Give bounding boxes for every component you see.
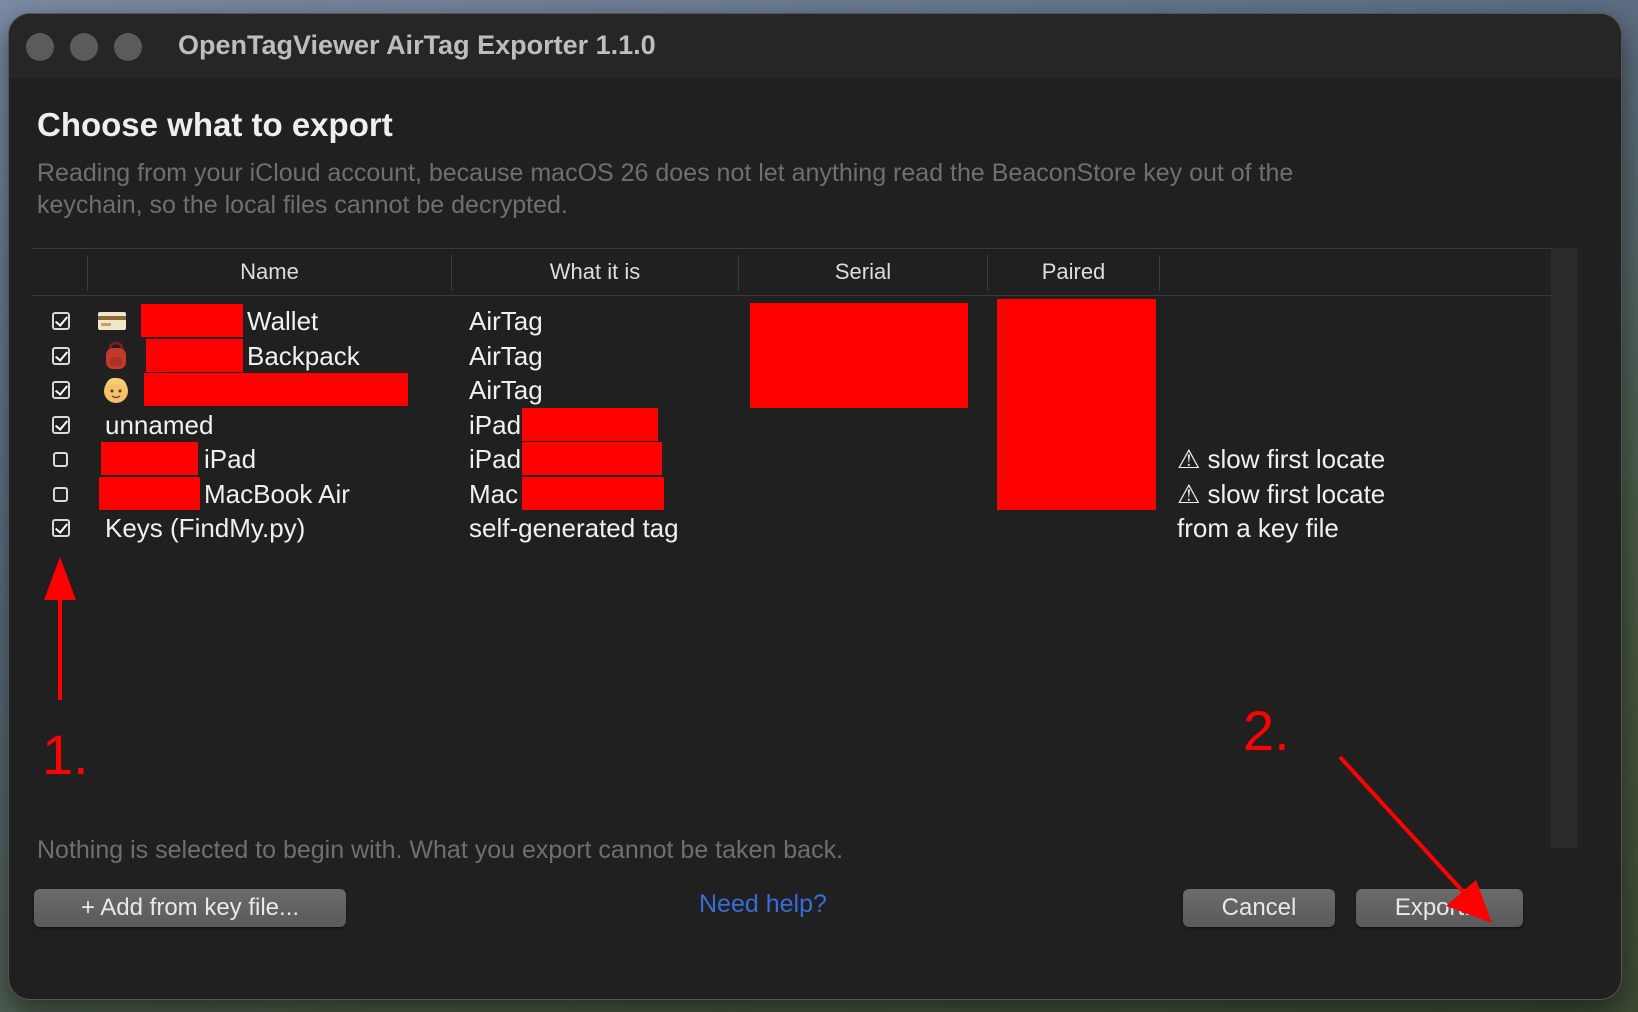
row-note: ⚠ slow first locate xyxy=(1177,479,1386,509)
column-header-serial[interactable]: Serial xyxy=(739,249,987,295)
table-row[interactable]: Keys (FindMy.py) self-generated tag from… xyxy=(31,510,1571,546)
credit-card-icon xyxy=(98,312,126,330)
close-window-button[interactable] xyxy=(26,33,54,61)
redacted-text xyxy=(144,373,408,406)
redacted-serial-block xyxy=(750,303,968,408)
table-scrollbar[interactable] xyxy=(1551,248,1577,848)
zoom-window-button[interactable] xyxy=(114,33,142,61)
column-header-kind[interactable]: What it is xyxy=(452,249,738,295)
minimize-window-button[interactable] xyxy=(70,33,98,61)
row-kind: iPad xyxy=(469,410,522,440)
row-note: ⚠ slow first locate xyxy=(1177,444,1386,474)
row-name: iPad xyxy=(204,444,257,474)
row-checkbox[interactable] xyxy=(52,416,70,434)
redacted-text xyxy=(99,477,200,510)
row-kind: Mac xyxy=(469,479,519,509)
redacted-text xyxy=(146,339,243,372)
table-row[interactable]: iPad iPad ⚠ slow first locate xyxy=(31,441,1571,477)
redacted-paired-block xyxy=(997,299,1156,510)
row-checkbox[interactable] xyxy=(52,519,70,537)
export-button[interactable]: Export... xyxy=(1356,889,1523,927)
row-name: MacBook Air xyxy=(204,479,350,509)
redacted-text xyxy=(522,477,664,510)
device-table: Name What it is Serial Paired Wallet Air… xyxy=(31,248,1571,850)
dialog-footnote: Nothing is selected to begin with. What … xyxy=(37,836,844,864)
need-help-link[interactable]: Need help? xyxy=(699,890,827,919)
row-name: Backpack xyxy=(247,341,360,371)
column-header-name[interactable]: Name xyxy=(88,249,451,295)
row-name: Keys (FindMy.py) xyxy=(105,513,306,543)
redacted-text xyxy=(141,304,243,337)
dialog-heading: Choose what to export xyxy=(37,106,393,143)
row-checkbox[interactable] xyxy=(52,347,70,365)
row-checkbox[interactable] xyxy=(52,381,70,399)
row-checkbox[interactable] xyxy=(52,312,70,330)
column-header-paired[interactable]: Paired xyxy=(988,249,1159,295)
row-checkbox[interactable] xyxy=(53,452,68,467)
row-checkbox[interactable] xyxy=(53,487,68,502)
table-row[interactable]: unnamed iPad xyxy=(31,407,1571,443)
window-title: OpenTagViewer AirTag Exporter 1.1.0 xyxy=(178,30,656,60)
title-bar: OpenTagViewer AirTag Exporter 1.1.0 xyxy=(9,14,1621,78)
row-kind: self-generated tag xyxy=(469,513,679,543)
row-kind: iPad xyxy=(469,444,522,474)
row-name: unnamed xyxy=(105,410,214,440)
row-kind: AirTag xyxy=(469,375,543,405)
row-kind: AirTag xyxy=(469,306,543,336)
backpack-icon xyxy=(106,341,126,369)
redacted-text xyxy=(101,442,198,475)
table-header: Name What it is Serial Paired xyxy=(31,248,1571,296)
add-from-key-file-button[interactable]: + Add from key file... xyxy=(34,889,346,927)
redacted-text xyxy=(522,408,658,441)
annotation-step-1: 1. xyxy=(42,723,89,786)
redacted-text xyxy=(522,442,662,475)
table-row[interactable]: MacBook Air Mac ⚠ slow first locate xyxy=(31,476,1571,512)
annotation-step-2: 2. xyxy=(1243,699,1290,762)
row-name: Wallet xyxy=(247,306,319,336)
exporter-window: OpenTagViewer AirTag Exporter 1.1.0 Choo… xyxy=(8,13,1622,1000)
row-kind: AirTag xyxy=(469,341,543,371)
column-separator xyxy=(1159,255,1160,291)
cancel-button[interactable]: Cancel xyxy=(1183,889,1335,927)
row-note: from a key file xyxy=(1177,513,1339,543)
dialog-subtitle: Reading from your iCloud account, becaus… xyxy=(37,159,1294,219)
face-icon xyxy=(104,377,128,403)
